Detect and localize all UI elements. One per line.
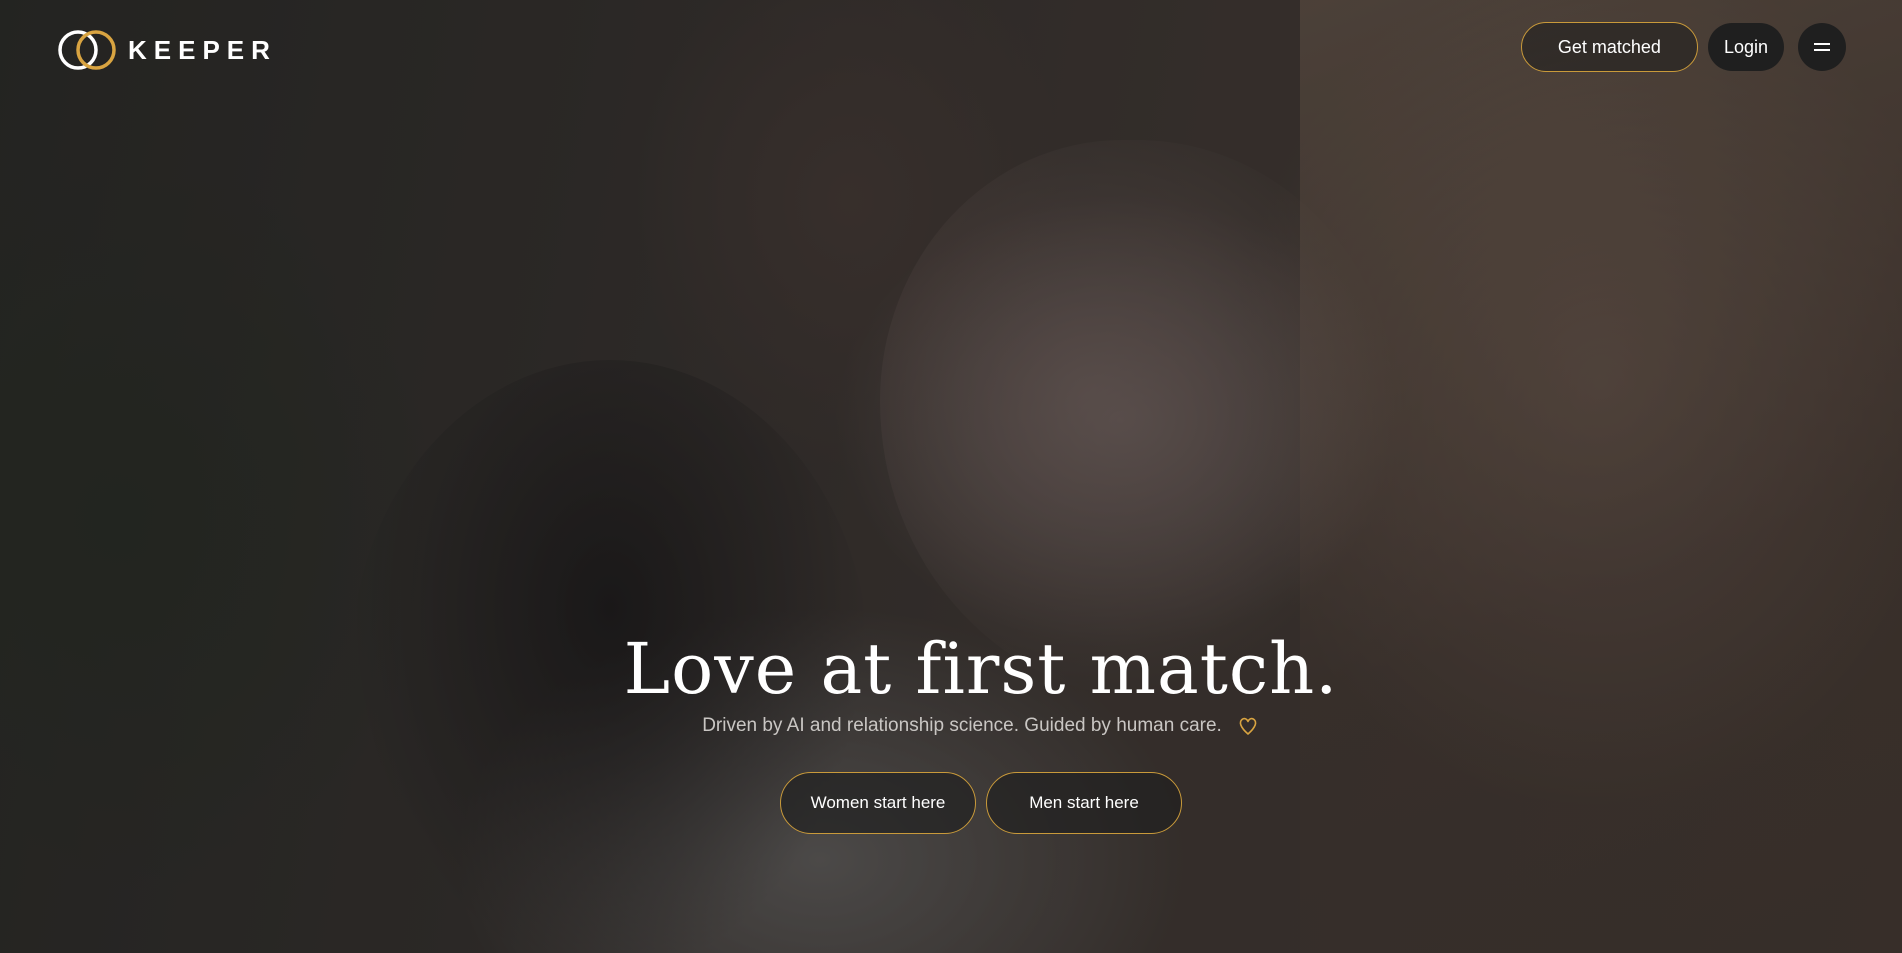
hero-section: KEEPER Get matched Login Love at first m…	[0, 0, 1902, 953]
brand-name: KEEPER	[128, 34, 277, 65]
get-matched-button[interactable]: Get matched	[1520, 22, 1698, 72]
hero-subline-text: Driven by AI and relationship science. G…	[702, 715, 1222, 736]
header-actions: Get matched Login	[1520, 22, 1846, 72]
cta-row: Women start here Men start here	[60, 772, 1902, 834]
logo-link[interactable]: KEEPER	[56, 28, 277, 72]
login-button[interactable]: Login	[1707, 23, 1784, 71]
logo-rings-icon	[58, 30, 116, 70]
men-start-button[interactable]: Men start here	[986, 772, 1182, 834]
heart-icon	[1239, 717, 1257, 735]
menu-button[interactable]	[1798, 23, 1846, 71]
hero-headline: Love at first match.	[623, 628, 1339, 710]
hero-subline: Driven by AI and relationship science. G…	[702, 714, 1260, 738]
women-start-button[interactable]: Women start here	[780, 772, 976, 834]
site-header: KEEPER Get matched Login	[0, 0, 1902, 98]
hero-content: Love at first match. Driven by AI and re…	[0, 628, 1902, 834]
hamburger-menu-icon	[1814, 42, 1830, 52]
